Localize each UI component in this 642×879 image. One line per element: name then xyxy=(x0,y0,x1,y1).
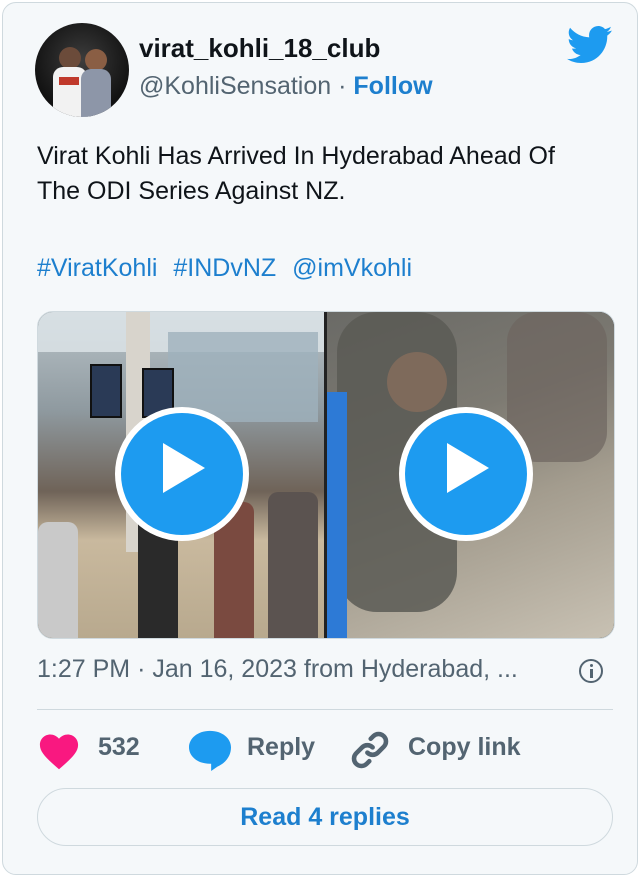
tweet-meta: 1:27 PM · Jan 16, 2023 from Hyderabad, .… xyxy=(37,655,518,684)
read-replies-button[interactable]: Read 4 replies xyxy=(37,788,613,846)
play-triangle xyxy=(163,443,205,493)
play-triangle xyxy=(447,443,489,493)
twitter-bird-icon[interactable] xyxy=(567,25,613,65)
heart-icon xyxy=(39,734,79,770)
tweet-card: virat_kohli_18_club @KohliSensation · Fo… xyxy=(2,2,638,875)
hashtag-row: #ViratKohli #INDvNZ @imVkohli xyxy=(37,254,421,283)
avatar[interactable] xyxy=(35,23,129,117)
info-bar xyxy=(590,669,593,678)
tweet-text: Virat Kohli Has Arrived In Hyderabad Ahe… xyxy=(37,139,627,209)
mention-link[interactable]: @imVkohli xyxy=(292,254,412,282)
play-icon[interactable] xyxy=(399,407,533,541)
user-handle[interactable]: @KohliSensation xyxy=(139,72,331,100)
action-bar: 532 Reply Copy link xyxy=(37,727,613,771)
copy-link-button[interactable]: Copy link xyxy=(349,727,529,771)
read-replies-label: Read 4 replies xyxy=(240,803,410,831)
person-figure xyxy=(268,492,318,638)
tweet-location: from Hyderabad, ... xyxy=(303,655,518,683)
blurred-figure xyxy=(327,392,347,638)
media-grid xyxy=(37,311,615,639)
like-count: 532 xyxy=(98,733,140,761)
speech-bubble-icon xyxy=(189,730,231,771)
queue-barrier xyxy=(38,522,78,638)
handle-line: @KohliSensation · Follow xyxy=(139,72,433,101)
blurred-figure xyxy=(387,352,447,412)
avatar-person-head xyxy=(85,49,107,71)
reply-label: Reply xyxy=(247,733,316,761)
display-name[interactable]: virat_kohli_18_club xyxy=(139,33,380,64)
avatar-person-head xyxy=(59,47,81,69)
handle-separator: · xyxy=(338,72,347,100)
play-icon[interactable] xyxy=(115,407,249,541)
avatar-person-body xyxy=(81,69,111,117)
copy-link-label: Copy link xyxy=(408,733,521,761)
divider xyxy=(37,709,613,710)
info-icon[interactable] xyxy=(579,659,603,683)
hashtag-link[interactable]: #ViratKohli xyxy=(37,254,157,282)
tweet-text-line: Virat Kohli Has Arrived In Hyderabad Ahe… xyxy=(37,142,555,170)
meta-separator: · xyxy=(137,655,146,683)
avatar-shirt-print xyxy=(59,77,79,85)
tweet-text-line: The ODI Series Against NZ. xyxy=(37,177,346,205)
reply-button[interactable]: Reply xyxy=(187,727,317,771)
tweet-date[interactable]: Jan 16, 2023 xyxy=(152,655,297,683)
like-button[interactable]: 532 xyxy=(37,727,147,771)
info-dot xyxy=(590,664,593,667)
tweet-time[interactable]: 1:27 PM xyxy=(37,655,130,683)
hashtag-link[interactable]: #INDvNZ xyxy=(173,254,276,282)
link-icon xyxy=(351,731,389,769)
follow-button[interactable]: Follow xyxy=(353,72,432,100)
departure-board xyxy=(90,364,122,418)
